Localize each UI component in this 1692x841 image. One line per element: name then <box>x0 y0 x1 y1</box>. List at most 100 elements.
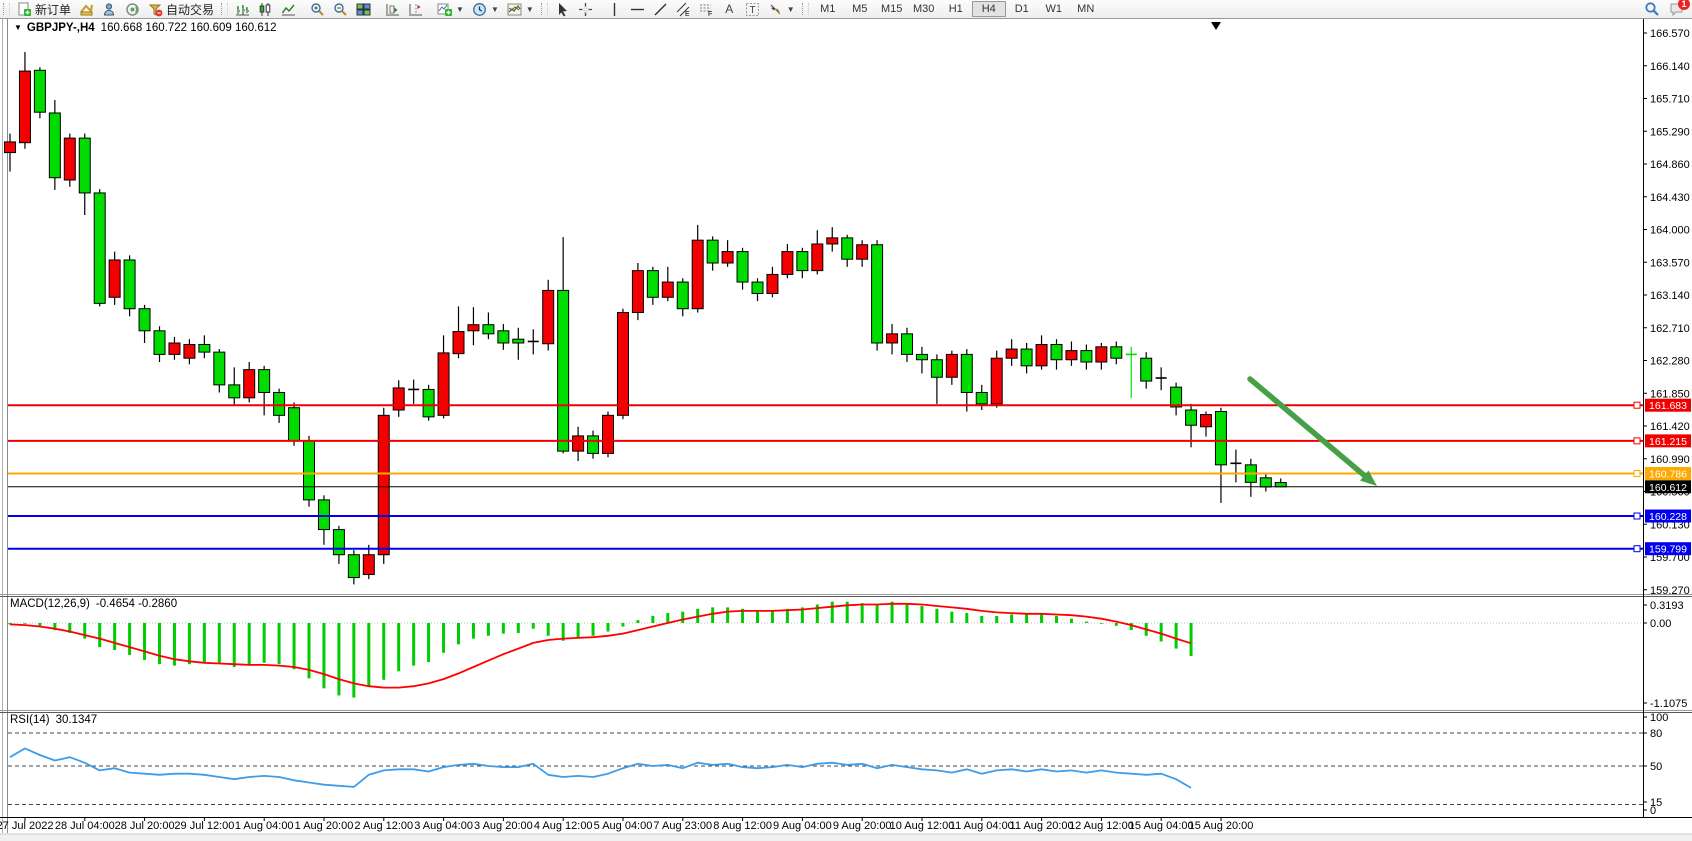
macd-histogram-bar <box>367 623 370 687</box>
macd-histogram-bar <box>666 613 669 623</box>
macd-histogram-bar <box>427 623 430 662</box>
macd-histogram-bar <box>636 620 639 623</box>
macd-histogram-bar <box>920 606 923 623</box>
candle-body <box>1021 349 1032 366</box>
price-tick-label: 164.000 <box>1650 225 1690 237</box>
price-tag-label: 159.799 <box>1649 544 1687 556</box>
macd-histogram-bar <box>502 623 505 634</box>
symbol-period-label: GBPJPY-,H4 <box>27 22 95 34</box>
candle-body <box>169 343 180 354</box>
date-label: 5 Aug 04:00 <box>594 820 653 832</box>
macd-histogram-bar <box>621 623 624 627</box>
macd-histogram-bar <box>442 623 445 653</box>
candle-body <box>603 415 614 453</box>
candle-body <box>259 370 270 393</box>
macd-histogram-bar <box>278 623 281 664</box>
macd-axis-label: -1.1075 <box>1650 698 1687 710</box>
macd-histogram-bar <box>352 623 355 698</box>
date-label: 9 Aug 20:00 <box>833 820 892 832</box>
rsi-axis-label: 0 <box>1650 805 1656 817</box>
candle-body <box>707 240 718 263</box>
price-tag-label: 160.786 <box>1649 469 1687 481</box>
candle-body <box>842 238 853 259</box>
candle-body <box>916 354 927 359</box>
macd-histogram-bar <box>143 623 146 660</box>
macd-histogram-bar <box>23 623 26 624</box>
candle-body <box>797 252 808 271</box>
macd-histogram-bar <box>547 623 550 636</box>
candle-body <box>1141 358 1152 381</box>
candle-body <box>318 500 329 530</box>
line-handle[interactable] <box>1634 513 1640 519</box>
macd-histogram-bar <box>1190 623 1193 656</box>
date-label: 9 Aug 04:00 <box>773 820 832 832</box>
macd-histogram-bar <box>83 623 86 639</box>
macd-histogram-bar <box>651 616 654 623</box>
macd-histogram-bar <box>248 623 251 666</box>
date-label: 27 Jul 2022 <box>0 820 53 832</box>
candle-body <box>872 245 883 343</box>
candle-body <box>34 70 45 112</box>
candle-body <box>19 71 30 143</box>
candle-body <box>1096 347 1107 362</box>
candle-body <box>64 138 75 180</box>
candle-body <box>244 370 255 398</box>
macd-histogram-bar <box>1010 614 1013 623</box>
macd-histogram-bar <box>38 623 41 626</box>
macd-indicator-label: MACD(12,26,9)-0.4654 -0.2860 <box>10 598 177 610</box>
line-handle[interactable] <box>1634 546 1640 552</box>
chart-canvas[interactable]: 166.570166.140165.710165.290164.860164.4… <box>0 0 1692 841</box>
candle-body <box>662 282 673 297</box>
date-label: 28 Jul 04:00 <box>55 820 115 832</box>
date-label: 10 Aug 12:00 <box>890 820 955 832</box>
macd-histogram-bar <box>681 612 684 623</box>
chart-title[interactable]: ▼GBPJPY-,H4160.668 160.722 160.609 160.6… <box>14 22 277 34</box>
macd-histogram-bar <box>1175 623 1178 649</box>
price-tick-label: 163.570 <box>1650 257 1690 269</box>
macd-histogram-bar <box>950 612 953 623</box>
candle-body <box>109 260 120 297</box>
candle-body <box>857 245 868 259</box>
line-handle[interactable] <box>1634 438 1640 444</box>
candle-body <box>139 309 150 331</box>
candle-body <box>229 385 240 398</box>
candle-body <box>722 252 733 263</box>
macd-histogram-bar <box>188 623 191 664</box>
window-bottom-strip <box>0 834 1692 841</box>
candle-body <box>1275 483 1286 487</box>
candle-body <box>767 274 778 293</box>
macd-histogram-bar <box>607 623 610 632</box>
candle-body <box>647 271 658 298</box>
date-label: 7 Aug 23:00 <box>653 820 712 832</box>
line-handle[interactable] <box>1634 471 1640 477</box>
candle-body <box>692 240 703 309</box>
macd-histogram-bar <box>1160 623 1163 641</box>
candle-body <box>483 325 494 334</box>
rsi-axis-label: 50 <box>1650 761 1662 773</box>
candle-body <box>289 408 300 441</box>
date-axis[interactable]: 27 Jul 202228 Jul 04:0028 Jul 20:0029 Ju… <box>0 817 1253 832</box>
macd-histogram-bar <box>995 616 998 623</box>
candle-body <box>348 555 359 578</box>
price-tick-label: 166.140 <box>1650 61 1690 73</box>
price-tag-label: 160.612 <box>1649 482 1687 494</box>
macd-histogram-bar <box>965 613 968 623</box>
macd-histogram-bar <box>322 623 325 688</box>
rsi-value: 30.1347 <box>56 714 98 726</box>
price-tick-label: 161.850 <box>1650 388 1690 400</box>
line-handle[interactable] <box>1634 402 1640 408</box>
candle-body <box>827 238 838 244</box>
price-tick-label: 164.860 <box>1650 159 1690 171</box>
price-tag-label: 161.215 <box>1649 436 1687 448</box>
candle-body <box>573 436 584 451</box>
chart-background <box>0 19 1692 841</box>
candle-body <box>1081 351 1092 362</box>
candle-body <box>1051 345 1062 360</box>
macd-axis-label: 0.3193 <box>1650 600 1684 612</box>
candle-body <box>1036 345 1047 366</box>
candle-body <box>333 530 344 555</box>
macd-histogram-bar <box>1100 623 1103 624</box>
date-label: 29 Jul 12:00 <box>174 820 234 832</box>
candle-body <box>752 282 763 293</box>
one-click-trading-arrow-icon[interactable]: ▼ <box>14 23 22 32</box>
